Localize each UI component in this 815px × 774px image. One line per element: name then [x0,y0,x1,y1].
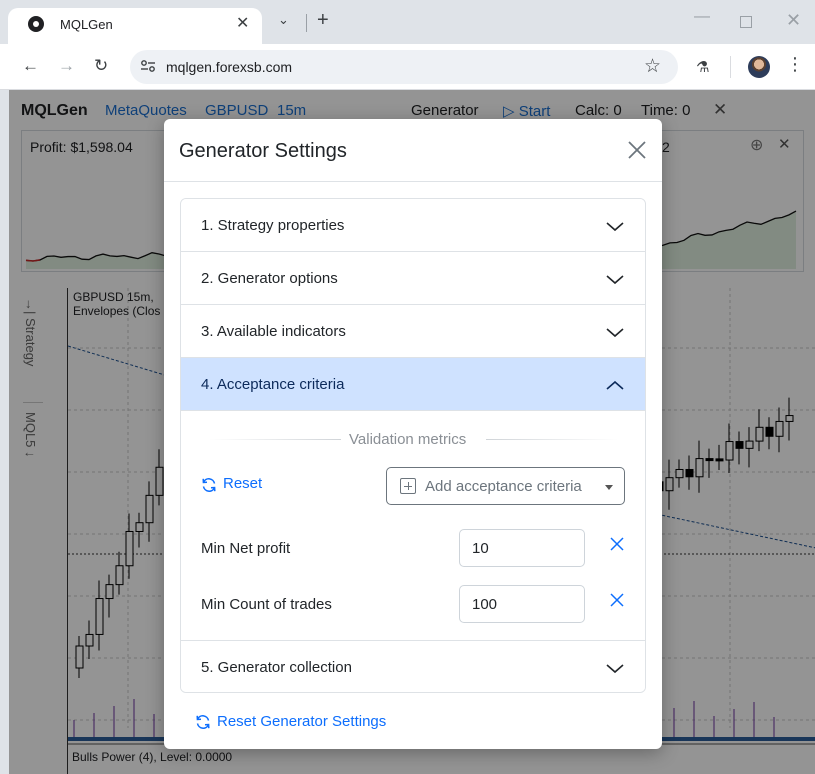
min-net-profit-input[interactable] [459,529,585,567]
reset-button[interactable]: Reset [223,475,262,492]
chevron-down-icon [606,328,624,338]
section-label: 5. Generator collection [201,659,352,676]
remove-criteria-close-icon[interactable] [609,592,625,608]
section-label: 2. Generator options [201,270,338,287]
tab-close-icon[interactable]: ✕ [236,13,249,33]
toolbar-separator [730,56,731,78]
modal-close-icon[interactable] [625,138,649,162]
acceptance-criteria-body: Validation metrics Reset Add acceptance … [181,411,645,641]
profile-avatar[interactable] [748,56,770,78]
section-generator-options[interactable]: 2. Generator options [181,252,645,305]
section-available-indicators[interactable]: 3. Available indicators [181,305,645,358]
chevron-down-icon [606,275,624,285]
browser-tab[interactable]: MQLGen ✕ [8,8,262,44]
min-count-of-trades-input[interactable] [459,585,585,623]
chevron-up-icon [606,380,624,390]
criteria-label-count-of-trades: Min Count of trades [201,596,332,613]
tab-separator [306,14,307,32]
modal-title: Generator Settings [179,140,347,162]
browser-tab-bar: MQLGen ✕ ⌄ + — ✕ [0,0,815,44]
validation-metrics-label: Validation metrics [349,431,467,448]
section-acceptance-criteria[interactable]: 4. Acceptance criteria [181,358,645,411]
url-text: mqlgen.forexsb.com [166,59,293,75]
reload-icon[interactable]: ↻ [94,56,108,76]
site-info-icon[interactable] [140,59,156,73]
divider-right [486,439,618,440]
section-label: 3. Available indicators [201,323,346,340]
radiation-favicon-icon [28,16,44,32]
criteria-label-net-profit: Min Net profit [201,540,291,557]
window-maximize-icon[interactable] [740,16,752,28]
new-tab-plus-icon[interactable]: + [317,9,329,32]
divider-left [209,439,341,440]
section-generator-collection[interactable]: 5. Generator collection [181,641,645,692]
chevron-down-icon [606,222,624,232]
forward-icon[interactable]: → [58,56,75,76]
add-criteria-label: Add acceptance criteria [425,478,582,495]
tab-title: MQLGen [60,17,113,32]
remove-criteria-close-icon[interactable] [609,536,625,552]
add-acceptance-criteria-dropdown[interactable]: Add acceptance criteria [386,467,625,505]
settings-accordion: 1. Strategy properties 2. Generator opti… [180,198,646,693]
flask-icon[interactable]: ⚗ [696,58,709,76]
tab-search-chevron-down-icon[interactable]: ⌄ [278,12,289,28]
window-close-icon[interactable]: ✕ [786,10,801,31]
section-strategy-properties[interactable]: 1. Strategy properties [181,199,645,252]
browser-toolbar: ← → ↻ mqlgen.forexsb.com ☆ ⚗ ⋮ [0,44,815,90]
reset-icon [202,478,216,492]
plus-square-icon [400,478,416,494]
window-minimize-icon[interactable]: — [694,8,710,26]
section-label: 1. Strategy properties [201,217,345,234]
more-vert-icon[interactable]: ⋮ [786,54,804,75]
caret-down-icon [605,485,613,490]
back-icon[interactable]: ← [22,56,39,76]
modal-header: Generator Settings [164,119,662,182]
generator-settings-modal: Generator Settings 1. Strategy propertie… [164,119,662,749]
reset-generator-icon [196,715,210,729]
section-label: 4. Acceptance criteria [201,376,345,393]
reset-generator-settings-button[interactable]: Reset Generator Settings [217,713,386,730]
address-bar[interactable]: mqlgen.forexsb.com ☆ [130,50,678,84]
chevron-down-icon [606,664,624,674]
bookmark-star-icon[interactable]: ☆ [644,55,661,78]
